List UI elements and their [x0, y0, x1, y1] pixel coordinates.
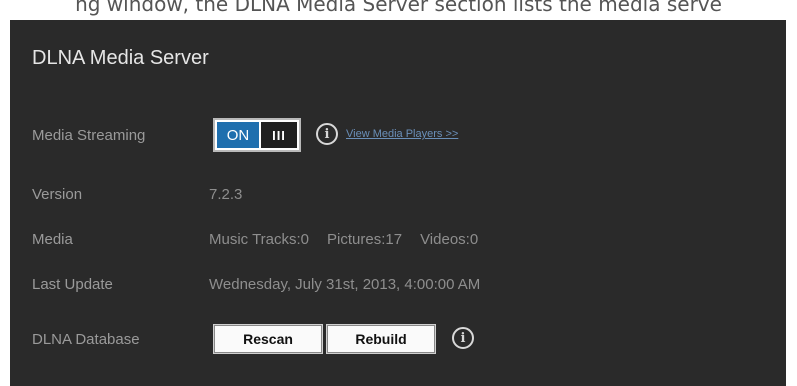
videos-count: Videos:0 — [420, 231, 479, 248]
media-streaming-toggle[interactable]: ON III — [213, 118, 301, 152]
version-label: Version — [32, 186, 83, 203]
panel-title: DLNA Media Server — [32, 47, 209, 69]
dlna-database-label: DLNA Database — [32, 331, 140, 348]
last-update-value: Wednesday, July 31st, 2013, 4:00:00 AM — [209, 276, 481, 293]
version-value: 7.2.3 — [209, 186, 243, 203]
rebuild-button[interactable]: Rebuild — [326, 324, 436, 354]
media-counts: Music Tracks:0 Pictures:17 Videos:0 — [209, 231, 478, 248]
media-streaming-label: Media Streaming — [32, 127, 146, 144]
toggle-on-segment[interactable]: ON — [217, 122, 259, 148]
rescan-button[interactable]: Rescan — [213, 324, 323, 354]
pictures-count: Pictures:17 — [327, 231, 403, 248]
music-tracks-count: Music Tracks:0 — [209, 231, 310, 248]
last-update-label: Last Update — [32, 276, 113, 293]
toggle-off-segment[interactable]: III — [261, 122, 297, 148]
view-media-players-link[interactable]: View Media Players >> — [346, 128, 458, 140]
media-streaming-info-icon[interactable]: i — [316, 123, 338, 145]
document-caption: ng window, the DLNA Media Server section… — [75, 0, 722, 16]
media-label: Media — [32, 231, 73, 248]
cropped-document-text: ng window, the DLNA Media Server section… — [0, 0, 797, 20]
dlna-media-server-panel: DLNA Media Server Media Streaming ON III… — [10, 20, 786, 386]
dlna-database-info-icon[interactable]: i — [452, 327, 474, 349]
